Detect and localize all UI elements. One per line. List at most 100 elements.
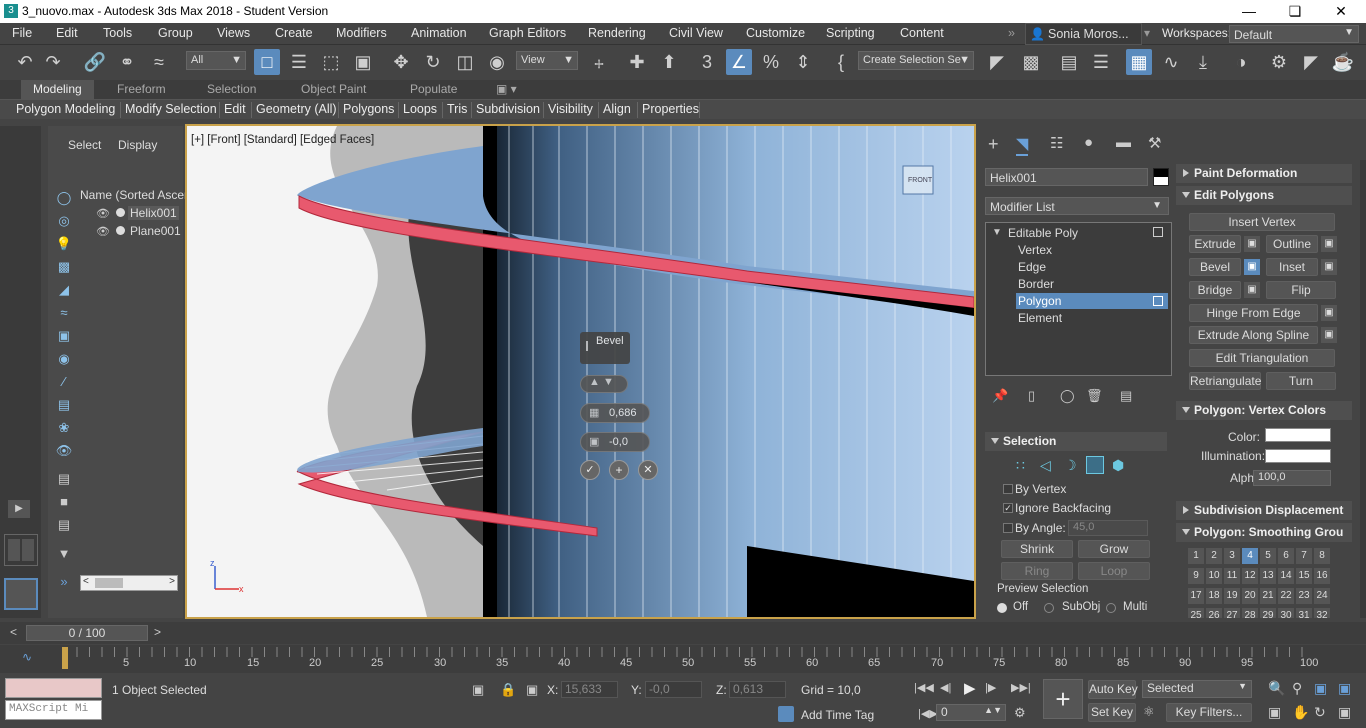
preview-off-radio[interactable] bbox=[997, 603, 1007, 613]
filter-funnel-icon[interactable]: ▼ bbox=[52, 544, 76, 564]
ribbon-geometry-all[interactable]: Geometry (All) bbox=[256, 102, 337, 116]
viewcube-label[interactable]: FRONT bbox=[908, 177, 932, 184]
menu-civil-view[interactable]: Civil View bbox=[669, 26, 723, 40]
minimize-icon[interactable]: — bbox=[1226, 0, 1272, 23]
tab-populate[interactable]: Populate bbox=[410, 82, 457, 96]
stack-light-icon[interactable] bbox=[1153, 227, 1163, 237]
zoom-extents-icon[interactable]: ▣ bbox=[1314, 680, 1327, 697]
bevel-button[interactable]: Bevel bbox=[1189, 258, 1241, 276]
tab-display[interactable]: Display bbox=[118, 138, 157, 152]
bevel-height-field[interactable]: ▦ 0,686 bbox=[580, 403, 650, 423]
object-color-swatch[interactable] bbox=[1153, 168, 1169, 186]
tab-modeling[interactable]: Modeling bbox=[21, 80, 94, 99]
smoothing-group-1[interactable]: 1 bbox=[1188, 548, 1204, 564]
layout-single-icon[interactable] bbox=[4, 578, 38, 610]
smoothing-group-15[interactable]: 15 bbox=[1296, 568, 1312, 584]
move-icon[interactable]: ✥ bbox=[388, 49, 414, 75]
scene-scrollbar[interactable]: < > bbox=[80, 575, 178, 591]
percent-snap-icon[interactable]: % bbox=[758, 49, 784, 75]
preview-subobj-radio[interactable] bbox=[1044, 603, 1054, 613]
grow-button[interactable]: Grow bbox=[1078, 540, 1150, 558]
spinner-snap-icon[interactable]: ⇕ bbox=[790, 49, 816, 75]
select-manipulate-icon[interactable]: ✚ bbox=[624, 49, 650, 75]
layer-explorer-icon[interactable]: ☰ bbox=[1088, 49, 1114, 75]
eye-icon[interactable]: 👁 bbox=[96, 207, 110, 220]
ribbon-edit[interactable]: Edit bbox=[224, 102, 246, 116]
align-icon[interactable]: ▩ bbox=[1018, 49, 1044, 75]
caddy-apply-icon[interactable]: + bbox=[609, 460, 629, 480]
curve-editor-mini-icon[interactable]: ∿ bbox=[22, 650, 32, 664]
isolate-icon[interactable]: ▣ bbox=[472, 682, 484, 698]
list-icon[interactable]: ▤ bbox=[52, 469, 76, 489]
render-icon[interactable]: ☕ bbox=[1330, 49, 1356, 75]
stack-editable-poly[interactable]: Editable Poly bbox=[1008, 226, 1078, 240]
current-frame-marker[interactable] bbox=[62, 647, 68, 669]
z-coordinate-field[interactable]: 0,613 bbox=[729, 681, 786, 698]
keyboard-shortcut-icon[interactable]: ⬆ bbox=[656, 49, 682, 75]
set-key-button[interactable]: Set Key bbox=[1088, 703, 1136, 722]
snaps-toggle-icon[interactable]: 3 bbox=[694, 49, 720, 75]
remove-modifier-icon[interactable]: 🗑 bbox=[1086, 388, 1103, 404]
filter-geometry-icon[interactable]: ◯ bbox=[52, 188, 76, 208]
bevel-group-icon[interactable]: ▲ ▼ bbox=[589, 376, 614, 388]
smoothing-group-31[interactable]: 31 bbox=[1296, 608, 1312, 618]
smoothing-group-12[interactable]: 12 bbox=[1242, 568, 1258, 584]
curve-editor-icon[interactable]: ∿ bbox=[1158, 49, 1184, 75]
key-filters-button[interactable]: Key Filters... bbox=[1166, 703, 1252, 722]
object-name-field[interactable]: Helix001 bbox=[985, 168, 1148, 186]
filter-cameras-icon[interactable]: ▩ bbox=[52, 257, 76, 277]
smoothing-group-17[interactable]: 17 bbox=[1188, 588, 1204, 604]
smoothing-group-11[interactable]: 11 bbox=[1224, 568, 1240, 584]
filter-xrefs-icon[interactable]: ◉ bbox=[52, 349, 76, 369]
sel-vertex-icon[interactable]: ∷ bbox=[1016, 457, 1025, 474]
angle-snap-icon[interactable]: ∠ bbox=[726, 49, 752, 75]
menu-overflow-icon[interactable]: » bbox=[1008, 26, 1015, 40]
smoothing-group-30[interactable]: 30 bbox=[1278, 608, 1294, 618]
lock-icon[interactable]: 🔒 bbox=[500, 682, 516, 698]
zoom-icon[interactable]: 🔍 bbox=[1268, 680, 1285, 697]
filter-containers-icon[interactable]: ▤ bbox=[52, 395, 76, 415]
hinge-from-edge-button[interactable]: Hinge From Edge bbox=[1189, 304, 1318, 322]
ignore-backfacing-checkbox[interactable]: ✓ bbox=[1003, 503, 1013, 513]
menu-animation[interactable]: Animation bbox=[411, 26, 467, 40]
key-filter-icon[interactable]: ⚛ bbox=[1143, 704, 1155, 720]
menu-modifiers[interactable]: Modifiers bbox=[336, 26, 387, 40]
bevel-caddy-header[interactable]: Bevel bbox=[580, 332, 630, 364]
edit-triangulation-button[interactable]: Edit Triangulation bbox=[1189, 349, 1335, 367]
configure-sets-icon[interactable]: ▤ bbox=[1120, 388, 1132, 404]
rotate-icon[interactable]: ↻ bbox=[420, 49, 446, 75]
smoothing-group-8[interactable]: 8 bbox=[1314, 548, 1330, 564]
smoothing-group-7[interactable]: 7 bbox=[1296, 548, 1312, 564]
menu-create[interactable]: Create bbox=[275, 26, 313, 40]
tab-select[interactable]: Select bbox=[68, 138, 101, 152]
menu-graph-editors[interactable]: Graph Editors bbox=[489, 26, 566, 40]
zoom-all-icon[interactable]: ⚲ bbox=[1292, 680, 1302, 697]
smoothing-group-25[interactable]: 25 bbox=[1188, 608, 1204, 618]
unlink-icon[interactable]: ⚭ bbox=[114, 49, 140, 75]
ribbon-align[interactable]: Align bbox=[603, 102, 631, 116]
smoothing-group-9[interactable]: 9 bbox=[1188, 568, 1204, 584]
more-icon[interactable]: » bbox=[52, 572, 76, 592]
add-time-tag[interactable]: Add Time Tag bbox=[801, 708, 874, 722]
maximize-viewport-icon[interactable]: ▣ bbox=[1338, 704, 1351, 721]
bridge-button[interactable]: Bridge bbox=[1189, 281, 1241, 299]
smoothing-groups-header[interactable]: Polygon: Smoothing Grou bbox=[1176, 523, 1352, 542]
extrude-settings-icon[interactable]: ▣ bbox=[1244, 236, 1260, 252]
selection-filter[interactable]: All ▼ bbox=[186, 51, 246, 70]
y-coordinate-field[interactable]: -0,0 bbox=[645, 681, 702, 698]
smoothing-group-16[interactable]: 16 bbox=[1314, 568, 1330, 584]
orbit-icon[interactable]: ↻ bbox=[1314, 704, 1326, 721]
stack-vertex[interactable]: Vertex bbox=[1018, 243, 1052, 257]
menu-group[interactable]: Group bbox=[158, 26, 193, 40]
bevel-type-control[interactable]: ▲ ▼ bbox=[580, 375, 628, 393]
key-selection-dropdown[interactable]: Selected ▼ bbox=[1142, 680, 1252, 698]
smoothing-group-19[interactable]: 19 bbox=[1224, 588, 1240, 604]
next-frame-icon[interactable]: |▶ bbox=[985, 681, 996, 694]
smoothing-group-28[interactable]: 28 bbox=[1242, 608, 1258, 618]
menu-rendering[interactable]: Rendering bbox=[588, 26, 646, 40]
bridge-settings-icon[interactable]: ▣ bbox=[1244, 282, 1260, 298]
smoothing-group-21[interactable]: 21 bbox=[1260, 588, 1276, 604]
rendered-frame-icon[interactable]: ◤ bbox=[1298, 49, 1324, 75]
by-angle-checkbox[interactable] bbox=[1003, 523, 1013, 533]
time-prev-icon[interactable]: < bbox=[10, 625, 17, 639]
